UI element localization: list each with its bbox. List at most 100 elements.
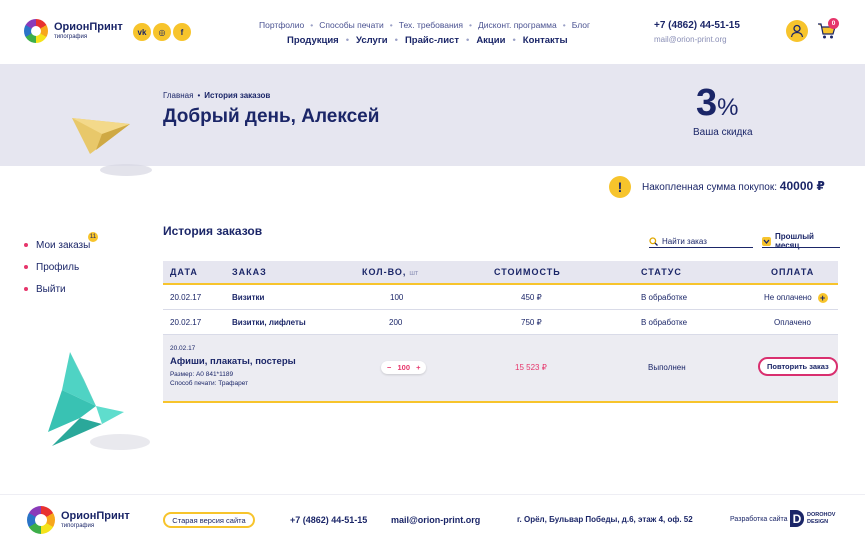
discount-number: 3 [696,82,718,124]
nav-separator: • [562,20,566,30]
user-icon[interactable] [786,20,808,42]
row-print-method: Способ печати: Трафарет [170,380,249,387]
period-dropdown[interactable]: Прошлый месяц [762,232,840,250]
sidebar-item-label: Профиль [36,261,80,273]
nav-price-list[interactable]: Прайс-лист [405,35,459,46]
nav-print-methods[interactable]: Способы печати [319,20,384,30]
logo-subtitle: типография [54,34,88,40]
footer-divider [0,494,865,495]
col-status[interactable]: СТАТУС [641,267,682,277]
bullet-icon [24,265,28,269]
table-row[interactable]: 20.02.17 Визитки, лифлеты 200 750 ₽ В об… [163,310,838,335]
logo-name: ОрионПринт [54,21,123,33]
footer-phone[interactable]: +7 (4862) 44-51-15 [290,515,367,525]
footer-address: г. Орёл, Бульвар Победы, д.6, этаж 4, оф… [517,515,693,524]
developer-name-line1: DOROHOV [807,512,836,519]
row-qty: 200 [389,318,403,327]
nav-separator: • [310,20,314,30]
qty-minus-button[interactable]: − [387,363,391,372]
discount-value: 3% [696,84,738,122]
page-title: Добрый день, Алексей [163,106,380,127]
nav-products[interactable]: Продукция [287,35,339,46]
facebook-icon[interactable]: f [173,23,191,41]
developer-mark-icon: D [790,510,804,527]
footer-email[interactable]: mail@orion-print.org [391,515,480,525]
old-version-button[interactable]: Старая версия сайта [163,512,255,528]
accumulated-sum: Накопленная сумма покупок: 40000 ₽ [642,179,825,193]
col-payment[interactable]: ОПЛАТА [771,267,814,277]
nav-discount-program[interactable]: Дисконт. программа [478,20,557,30]
nav-blog[interactable]: Блог [572,20,590,30]
breadcrumb-current: История заказов [204,91,271,100]
repeat-order-button[interactable]: Повторить заказ [758,357,838,376]
col-qty-unit: шт [409,270,419,277]
row-order: Визитки, лифлеты [232,318,306,327]
sidebar-item-label: Выйти [36,283,66,295]
footer-logo-name: ОрионПринт [61,510,130,522]
col-qty[interactable]: КОЛ-ВО, шт [362,267,418,277]
orders-section-title: История заказов [163,224,263,238]
row-status: В обработке [641,318,688,327]
header-phone[interactable]: +7 (4862) 44-51-15 [654,20,740,31]
row-order: Визитки [232,293,265,302]
qty-plus-button[interactable]: + [416,363,420,372]
accumulated-value: 40000 ₽ [779,179,825,193]
nav-separator: • [465,35,470,46]
row-date: 20.02.17 [170,293,202,302]
row-date: 20.02.17 [170,345,196,352]
nav-services[interactable]: Услуги [356,35,388,46]
sidebar-item-logout[interactable]: Выйти [24,278,90,300]
plus-icon[interactable]: + [817,292,828,303]
qty-value: 100 [397,363,410,372]
col-date[interactable]: ДАТА [170,267,198,277]
logo[interactable]: ОрионПринт типография [24,19,123,43]
top-nav: Портфолио • Способы печати • Тех. требован… [259,20,590,30]
breadcrumb-home[interactable]: Главная [163,91,193,100]
search-placeholder: Найти заказ [662,236,707,246]
nav-separator: • [345,35,350,46]
nav-portfolio[interactable]: Портфолио [259,20,304,30]
paper-plane-icon [72,118,152,176]
row-status: В обработке [641,293,688,302]
accumulated-label: Накопленная сумма покупок: [642,182,778,193]
developer-label: Разработка сайта [730,516,788,523]
col-cost[interactable]: СТОИМОСТЬ [494,267,561,277]
bullet-icon [24,287,28,291]
nav-separator: • [389,20,393,30]
orders-table: ДАТА ЗАКАЗ КОЛ-ВО, шт СТОИМОСТЬ СТАТУС ОП… [163,261,838,403]
logo-ring-icon [24,19,48,43]
nav-promotions[interactable]: Акции [476,35,505,46]
quantity-stepper[interactable]: − 100 + [381,361,427,374]
developer-logo[interactable]: D DOROHOV DESIGN [790,510,835,527]
row-qty: 100 [390,293,404,302]
row-size: Размер: А0 841*1189 [170,371,234,378]
header-email[interactable]: mail@orion-print.org [654,35,727,44]
row-status: Выполнен [648,363,686,372]
main-nav: Продукция • Услуги • Прайс-лист • Акции • Ко… [287,35,568,46]
col-order[interactable]: ЗАКАЗ [232,267,267,277]
search-input[interactable]: Найти заказ [649,235,753,248]
table-row[interactable]: 20.02.17 Визитки 100 450 ₽ В обработке Н… [163,285,838,310]
row-payment: Не оплачено + [764,285,828,310]
nav-tech-requirements[interactable]: Тех. требования [399,20,463,30]
site-header: ОрионПринт типография vk ◎ f Портфолио • … [0,0,865,64]
nav-contacts[interactable]: Контакты [523,35,568,46]
vk-icon[interactable]: vk [133,23,151,41]
exclamation-icon: ! [609,176,631,198]
row-order: Афиши, плакаты, постеры [170,356,296,367]
table-row-expanded[interactable]: 20.02.17 Афиши, плакаты, постеры Размер:… [163,335,838,403]
table-header: ДАТА ЗАКАЗ КОЛ-ВО, шт СТОИМОСТЬ СТАТУС ОП… [163,261,838,285]
row-cost: 750 ₽ [521,318,542,327]
user-glyph [790,24,804,38]
instagram-icon[interactable]: ◎ [153,23,171,41]
payment-label: Не оплачено [764,293,812,302]
sidebar: Мои заказы 11 Профиль Выйти [24,232,98,300]
orders-count-badge: 11 [88,232,98,242]
sidebar-item-my-orders[interactable]: Мои заказы 11 [24,232,98,256]
row-payment: Оплачено [774,318,811,327]
sidebar-item-profile[interactable]: Профиль [24,256,90,278]
developer-name-line2: DESIGN [807,518,829,525]
footer-logo[interactable]: ОрионПринт типография [27,506,130,534]
row-date: 20.02.17 [170,318,202,327]
footer-logo-subtitle: типография [61,523,95,529]
